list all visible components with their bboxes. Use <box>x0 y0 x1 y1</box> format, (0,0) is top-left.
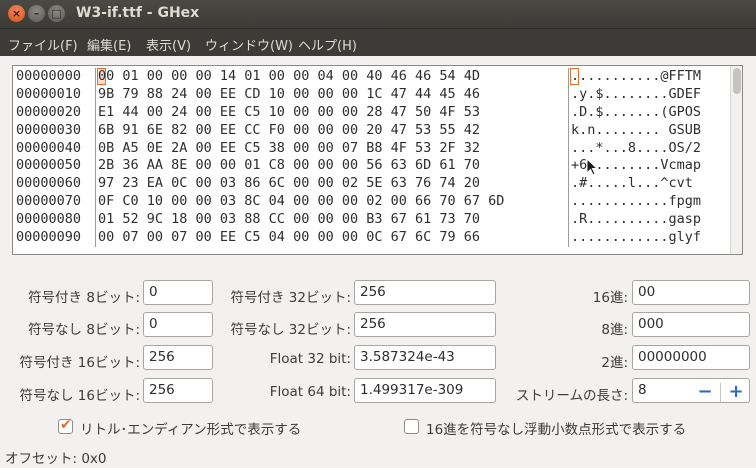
hex-row[interactable]: 01 52 9C 18 00 03 88 CC 00 00 00 B3 67 6… <box>96 211 567 229</box>
title-bar: × – □ W3-if.ttf - GHex <box>0 0 756 28</box>
unsigned-8bit-label: 符号なし 8ビット: <box>28 322 140 338</box>
menu-file[interactable]: ファイル(F) <box>8 35 78 54</box>
offset-row: 00000040 <box>16 139 82 156</box>
hex-scrollbar-thumb[interactable] <box>733 68 741 94</box>
little-endian-checkbox[interactable]: ✔ <box>58 417 73 434</box>
hex-field[interactable]: 00 <box>632 280 750 305</box>
hex-row[interactable]: 0B A5 0E 2A 00 EE C5 38 00 00 07 B8 4F 5… <box>96 140 567 158</box>
little-endian-label[interactable]: リトル･エンディアン形式で表示する <box>80 418 301 438</box>
ascii-row[interactable]: .y.$........GDEF <box>569 86 730 104</box>
ascii-row[interactable]: .R..........gasp <box>569 211 730 229</box>
hex-row[interactable]: 2B 36 AA 8E 00 00 01 C8 00 00 00 56 63 6… <box>96 157 567 175</box>
binary-field[interactable]: 00000000 <box>632 345 750 370</box>
unsigned-16bit-label: 符号なし 16ビット: <box>19 388 140 404</box>
signed-16bit-field[interactable]: 256 <box>143 345 213 370</box>
hex-row[interactable]: 6B 91 6E 82 00 EE CC F0 00 00 00 20 47 5… <box>96 122 567 140</box>
float32-label: Float 32 bit: <box>269 351 351 367</box>
float32-field[interactable]: 3.587324e-43 <box>354 345 496 370</box>
hex-row[interactable]: 00 07 00 07 00 EE C5 04 00 00 00 0C 67 6… <box>96 229 567 247</box>
unsigned-16bit-field[interactable]: 256 <box>143 378 213 403</box>
signed-16bit-label: 符号付き 16ビット: <box>19 355 140 371</box>
float64-label: Float 64 bit: <box>269 384 351 400</box>
unsigned-32bit-label: 符号なし 32ビット: <box>230 322 351 338</box>
offset-row: 00000070 <box>16 193 82 210</box>
offset-row: 00000000 <box>16 68 82 84</box>
increase-button[interactable]: + <box>722 380 750 405</box>
hex-scrollbar[interactable] <box>730 66 742 254</box>
ascii-row[interactable]: k.n........ GSUB <box>569 122 730 140</box>
ascii-row[interactable]: ...........@FFTM <box>569 68 730 86</box>
hex-row[interactable]: 97 23 EA 0C 00 03 86 6C 00 00 02 5E 63 7… <box>96 175 567 193</box>
octal-label: 8進: <box>601 322 628 338</box>
maximize-window-button[interactable]: □ <box>48 5 65 22</box>
octal-field[interactable]: 000 <box>632 312 750 337</box>
offset-row: 00000010 <box>16 85 82 102</box>
menu-edit[interactable]: 編集(E) <box>87 35 131 54</box>
offset-row: 00000090 <box>16 229 82 246</box>
signed-8bit-label: 符号付き 8ビット: <box>28 290 140 306</box>
unsigned-8bit-field[interactable]: 0 <box>143 312 213 337</box>
menu-help[interactable]: ヘルプ(H) <box>298 35 357 54</box>
ascii-row[interactable]: ...*...8....OS/2 <box>569 140 730 158</box>
hex-row[interactable]: 0F C0 10 00 00 03 8C 04 00 00 00 02 00 6… <box>96 193 567 211</box>
decrease-button[interactable]: − <box>691 380 719 405</box>
hex-label: 16進: <box>592 290 628 306</box>
minimize-window-button[interactable]: – <box>28 5 45 22</box>
menu-view[interactable]: 表示(V) <box>146 35 191 54</box>
hex-row[interactable]: 00 01 00 00 00 14 01 00 00 04 00 40 46 4… <box>96 68 567 86</box>
ascii-row[interactable]: ............fpgm <box>569 193 730 211</box>
offset-column: 00000000 00000010 00000020 00000030 0000… <box>14 68 94 247</box>
menu-bar: ファイル(F) 編集(E) 表示(V) ウィンドウ(W) ヘルプ(H) <box>0 28 756 56</box>
hex-view[interactable]: 00000000 00000010 00000020 00000030 0000… <box>12 65 743 255</box>
offset-row: 00000030 <box>16 121 82 138</box>
offset-row: 00000060 <box>16 175 82 192</box>
signed-32bit-label: 符号付き 32ビット: <box>230 290 351 306</box>
ascii-row[interactable]: ............glyf <box>569 229 730 247</box>
offset-row: 00000050 <box>16 157 82 174</box>
hex-row[interactable]: E1 44 00 24 00 EE C5 10 00 00 00 28 47 5… <box>96 104 567 122</box>
window-title: W3-if.ttf - GHex <box>76 5 200 21</box>
signed-8bit-field[interactable]: 0 <box>143 280 213 305</box>
binary-label: 2進: <box>601 355 628 371</box>
mouse-pointer-icon <box>586 158 598 176</box>
unsigned-32bit-field[interactable]: 256 <box>354 312 496 337</box>
checkmark-icon: ✔ <box>60 417 72 433</box>
offset-row: 00000020 <box>16 103 82 120</box>
close-window-button[interactable]: × <box>8 5 25 22</box>
spin-separator <box>720 383 721 402</box>
ascii-row[interactable]: .#.....l...^cvt <box>569 175 730 193</box>
status-offset: オフセット: 0x0 <box>5 451 107 467</box>
stream-length-label: ストリームの長さ: <box>515 388 628 404</box>
float64-field[interactable]: 1.499317e-309 <box>354 378 496 403</box>
hex-column[interactable]: 00 01 00 00 00 14 01 00 00 04 00 40 46 4… <box>95 68 567 247</box>
signed-32bit-field[interactable]: 256 <box>354 280 496 305</box>
hex-row[interactable]: 9B 79 88 24 00 EE CD 10 00 00 00 1C 47 4… <box>96 86 567 104</box>
ascii-row[interactable]: .D.$.......(GPOS <box>569 104 730 122</box>
unsigned-hex-float-label[interactable]: 16進を符号なし浮動小数点形式で表示する <box>426 418 686 438</box>
unsigned-hex-float-checkbox[interactable] <box>404 419 419 434</box>
menu-window[interactable]: ウィンドウ(W) <box>205 35 293 54</box>
offset-row: 00000080 <box>16 211 82 228</box>
